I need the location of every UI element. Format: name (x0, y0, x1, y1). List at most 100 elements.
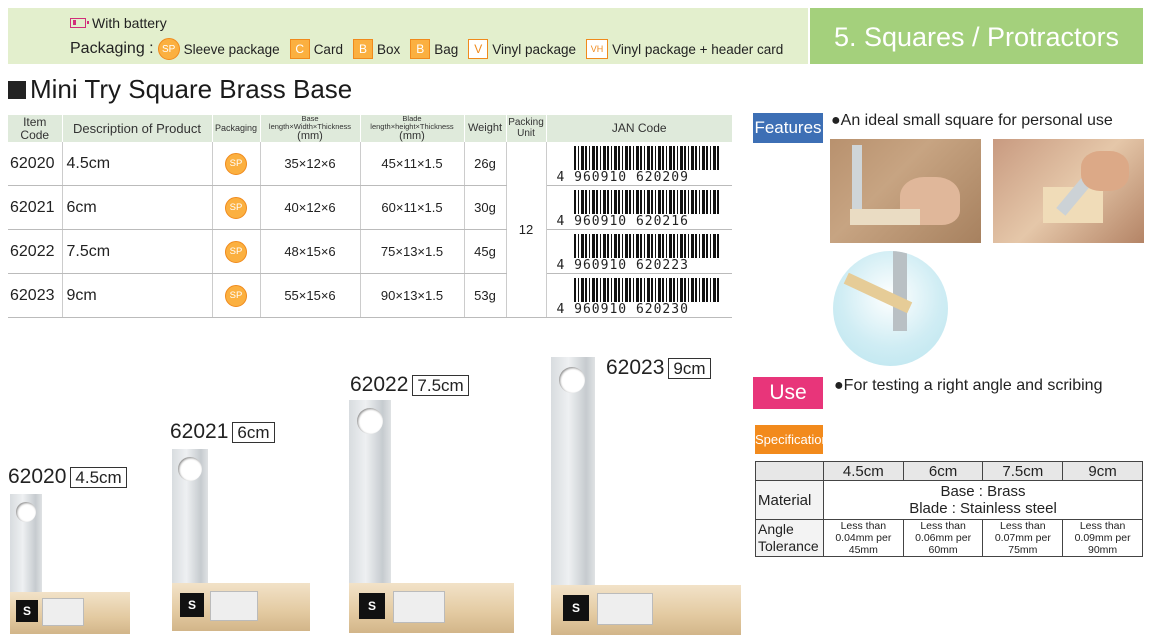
pack-vinyl-header: VH Vinyl package + header card (586, 39, 783, 59)
product-size: 4.5cm (70, 466, 127, 488)
pack-vinyl: V Vinyl package (468, 39, 576, 59)
th-pack: Packaging (212, 115, 261, 143)
barcode-number: 4 960910 620209 (556, 170, 689, 186)
cell-code: 62022 (8, 229, 63, 275)
square-blade-62020 (10, 494, 42, 594)
cell-weight: 30g (464, 185, 507, 231)
cell-blade: 75×13×1.5 (360, 229, 465, 275)
spec-tolerance: Less than 0.04mm per 45mm (822, 518, 904, 558)
cell-code: 62020 (8, 142, 63, 187)
pack-label: Box (376, 41, 401, 57)
cell-blade: 60×11×1.5 (360, 185, 465, 231)
barcode-bars (573, 146, 719, 171)
th-desc: Description of Product (62, 115, 213, 143)
square-bullet-icon (8, 80, 26, 99)
title-text: Mini Try Square Brass Base (30, 74, 353, 104)
cell-jan: 4 960910 620216 (546, 185, 732, 231)
material-blade: Blade : Stainless steel (909, 500, 1057, 517)
th-blade-label: Blade length×height×Thickness (370, 114, 454, 131)
category-title: 5. Squares / Protractors (810, 8, 1143, 64)
cell-code: 62023 (8, 273, 63, 319)
cell-weight: 53g (464, 273, 507, 319)
barcode-bars (573, 234, 719, 259)
shinwa-logo: S (359, 593, 385, 619)
packaging-label: Packaging : (70, 40, 154, 57)
spec-tolerance-row: Angle Tolerance Less than 0.04mm per 45mm… (755, 518, 1143, 558)
features-text: ●An ideal small square for personal use (831, 112, 1113, 129)
packaging-legend: Packaging : SP Sleeve package C Card B Box … (70, 38, 793, 60)
cell-pack: SP (212, 229, 261, 275)
battery-label: With battery (92, 15, 167, 31)
product-code: 62023 (606, 356, 665, 379)
cell-pack: SP (212, 273, 261, 319)
sleeve-package-icon: SP (225, 284, 247, 307)
product-plate (597, 593, 653, 625)
barcode-bars (573, 278, 719, 303)
cell-desc: 4.5cm (62, 142, 213, 187)
pack-box: B Box (352, 39, 401, 59)
square-base-62020: S (10, 592, 130, 634)
pack-card: C Card (289, 39, 343, 59)
table-row: 62023 9cm SP 55×15×6 90×13×1.5 53g 4 960… (8, 273, 732, 319)
cell-weight: 45g (464, 229, 507, 275)
product-plate (42, 598, 84, 626)
spec-material-value: Base : Brass Blade : Stainless steel (822, 480, 1144, 520)
usage-photo-hand (830, 139, 981, 243)
cell-desc: 7.5cm (62, 229, 213, 275)
square-base-62021: S (172, 583, 310, 631)
tol-value: 0.09mm per 90mm (1074, 532, 1131, 557)
spec-size: 9cm (1062, 461, 1143, 481)
product-label-62021: 62021 6cm (170, 420, 275, 444)
cell-base: 35×12×6 (260, 142, 361, 187)
product-label-62023: 62023 9cm (606, 356, 711, 380)
th-weight: Weight (464, 115, 507, 143)
tol-prefix: Less than (840, 520, 887, 532)
th-unit: Packing Unit (506, 115, 547, 143)
cell-base: 40×12×6 (260, 185, 361, 231)
use-tag: Use (753, 377, 823, 409)
cell-jan: 4 960910 620209 (546, 142, 732, 187)
sleeve-package-icon: SP (225, 152, 247, 175)
th-blade-unit: (mm) (399, 129, 425, 142)
battery-legend: With battery (70, 15, 167, 31)
barcode-bars (573, 190, 719, 215)
vinyl-package-icon: V (468, 39, 489, 59)
sleeve-package-icon: SP (225, 240, 247, 263)
tol-prefix: Less than (1079, 520, 1126, 532)
spec-tolerance-label: Angle Tolerance (755, 518, 824, 558)
pack-label: Vinyl package (492, 41, 577, 57)
pack-label: Vinyl package + header card (612, 41, 784, 57)
tol-value: 0.04mm per 45mm (835, 532, 892, 557)
sleeve-package-icon: SP (157, 38, 180, 60)
features-tag: Features (753, 113, 823, 143)
spec-material-label: Material (755, 480, 824, 520)
tol-value: 0.06mm per 60mm (915, 532, 972, 557)
product-title: Mini Try Square Brass Base (8, 74, 352, 105)
product-code: 62022 (350, 373, 409, 396)
th-blade: Blade length×height×Thickness (mm) (360, 114, 465, 143)
spec-tolerance: Less than 0.07mm per 75mm (982, 518, 1064, 558)
product-label-62020: 62020 4.5cm (8, 465, 127, 489)
product-table: Item Code Description of Product Packagi… (8, 114, 732, 319)
vinyl-header-icon: VH (586, 39, 609, 59)
cell-jan: 4 960910 620230 (546, 273, 732, 319)
material-base: Base : Brass (940, 483, 1026, 500)
cell-base: 48×15×6 (260, 229, 361, 275)
square-base-62022: S (349, 583, 514, 633)
shinwa-logo: S (563, 595, 589, 621)
cell-base: 55×15×6 (260, 273, 361, 319)
th-base-label: Base length×Width×Thickness (268, 114, 352, 131)
spec-table: 4.5cm 6cm 7.5cm 9cm Material Base : Bras… (755, 461, 1144, 558)
cell-pack: SP (212, 142, 261, 187)
square-base-62023: S (551, 585, 741, 635)
cell-pack: SP (212, 185, 261, 231)
pack-label: Sleeve package (183, 41, 280, 57)
square-blade-62022 (349, 400, 391, 585)
table-header-row: Item Code Description of Product Packagi… (8, 114, 732, 143)
spec-header-row: 4.5cm 6cm 7.5cm 9cm (755, 461, 1143, 481)
th-code: Item Code (8, 115, 63, 143)
product-plate (210, 591, 258, 621)
pack-label: Card (313, 41, 343, 57)
sleeve-package-icon: SP (225, 196, 247, 219)
pack-label: Bag (434, 41, 459, 57)
